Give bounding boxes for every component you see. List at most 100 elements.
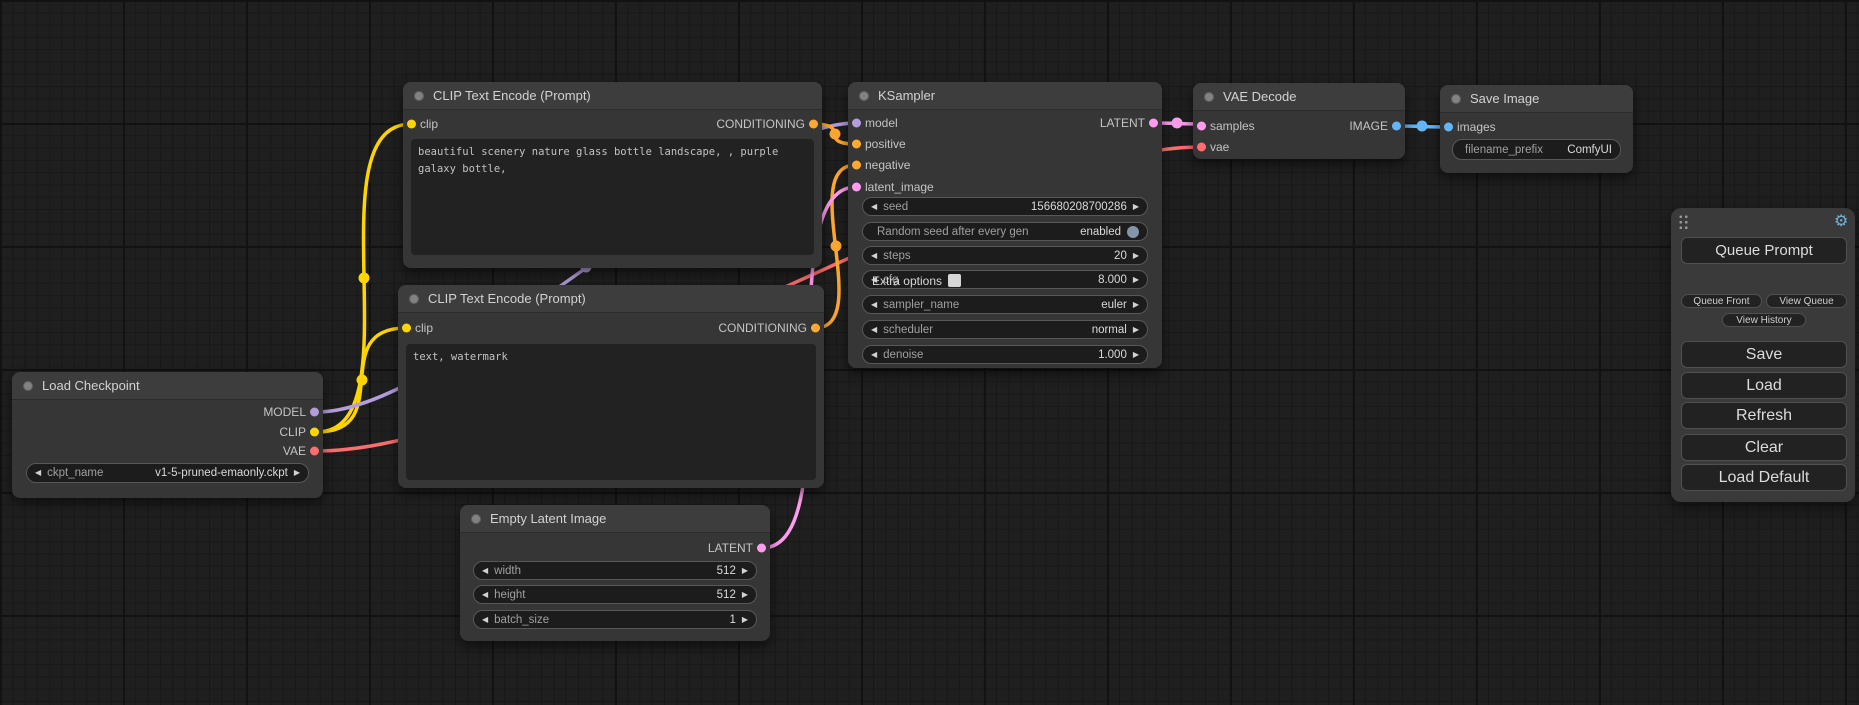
save-button[interactable]: Save bbox=[1681, 341, 1847, 368]
output-port-model[interactable]: MODEL bbox=[263, 403, 323, 421]
collapse-dot[interactable] bbox=[471, 514, 481, 524]
collapse-dot[interactable] bbox=[409, 294, 419, 304]
widget-filename-prefix[interactable]: filename_prefix ComfyUI bbox=[1452, 139, 1621, 160]
output-port-conditioning[interactable]: CONDITIONING bbox=[716, 115, 822, 133]
input-port-negative[interactable]: negative bbox=[848, 156, 910, 174]
collapse-dot[interactable] bbox=[1204, 92, 1214, 102]
widget-random-seed[interactable]: Random seed after every gen enabled bbox=[862, 222, 1148, 241]
input-port-clip[interactable]: clip bbox=[398, 319, 433, 337]
widget-height[interactable]: ◀ height 512 ▶ bbox=[473, 585, 757, 604]
queue-front-button[interactable]: Queue Front bbox=[1681, 294, 1762, 308]
latent-port-dot[interactable] bbox=[757, 544, 766, 553]
conditioning-port-dot[interactable] bbox=[811, 324, 820, 333]
increment-arrow-icon[interactable]: ▶ bbox=[742, 567, 748, 575]
widget-width[interactable]: ◀ width 512 ▶ bbox=[473, 561, 757, 580]
output-port-clip[interactable]: CLIP bbox=[279, 423, 323, 441]
image-port-dot[interactable] bbox=[1392, 122, 1401, 131]
increment-arrow-icon[interactable]: ▶ bbox=[1133, 301, 1139, 309]
node-title-bar[interactable]: Save Image bbox=[1440, 85, 1633, 113]
extra-options-checkbox[interactable] bbox=[948, 274, 961, 287]
widget-steps[interactable]: ◀ steps 20 ▶ bbox=[862, 246, 1148, 265]
decrement-arrow-icon[interactable]: ◀ bbox=[35, 469, 41, 477]
decrement-arrow-icon[interactable]: ◀ bbox=[871, 351, 877, 359]
clip-port-dot[interactable] bbox=[407, 120, 416, 129]
increment-arrow-icon[interactable]: ▶ bbox=[294, 469, 300, 477]
vae-port-dot[interactable] bbox=[310, 447, 319, 456]
gear-icon[interactable]: ⚙ bbox=[1834, 211, 1848, 231]
prompt-text-input[interactable]: beautiful scenery nature glass bottle la… bbox=[411, 139, 814, 255]
collapse-dot[interactable] bbox=[23, 381, 33, 391]
conditioning-port-dot[interactable] bbox=[852, 140, 861, 149]
increment-arrow-icon[interactable]: ▶ bbox=[1133, 252, 1139, 260]
node-title-bar[interactable]: CLIP Text Encode (Prompt) bbox=[403, 82, 822, 110]
node-title-bar[interactable]: CLIP Text Encode (Prompt) bbox=[398, 285, 824, 313]
model-port-dot[interactable] bbox=[310, 408, 319, 417]
output-port-latent[interactable]: LATENT bbox=[708, 539, 770, 557]
latent-port-dot[interactable] bbox=[1149, 119, 1158, 128]
clip-port-dot[interactable] bbox=[402, 324, 411, 333]
model-port-dot[interactable] bbox=[852, 119, 861, 128]
conditioning-port-dot[interactable] bbox=[809, 120, 818, 129]
widget-sampler-name[interactable]: ◀ sampler_name euler ▶ bbox=[862, 295, 1148, 314]
output-port-vae[interactable]: VAE bbox=[283, 442, 323, 460]
increment-arrow-icon[interactable]: ▶ bbox=[1133, 351, 1139, 359]
refresh-button[interactable]: Refresh bbox=[1681, 402, 1847, 429]
input-port-vae[interactable]: vae bbox=[1193, 138, 1229, 156]
decrement-arrow-icon[interactable]: ◀ bbox=[482, 591, 488, 599]
increment-arrow-icon[interactable]: ▶ bbox=[1133, 203, 1139, 211]
toggle-circle[interactable] bbox=[1127, 226, 1139, 238]
latent-port-dot[interactable] bbox=[852, 183, 861, 192]
node-save-image[interactable]: Save Image images filename_prefix ComfyU… bbox=[1440, 85, 1633, 173]
increment-arrow-icon[interactable]: ▶ bbox=[742, 616, 748, 624]
load-default-button[interactable]: Load Default bbox=[1681, 464, 1847, 491]
output-port-latent[interactable]: LATENT bbox=[1100, 114, 1162, 132]
increment-arrow-icon[interactable]: ▶ bbox=[1133, 326, 1139, 334]
output-port-image[interactable]: IMAGE bbox=[1349, 117, 1405, 135]
view-history-button[interactable]: View History bbox=[1722, 313, 1806, 327]
node-title-bar[interactable]: VAE Decode bbox=[1193, 83, 1405, 111]
node-clip-text-encode-negative[interactable]: CLIP Text Encode (Prompt) clip CONDITION… bbox=[398, 285, 824, 488]
panel-drag-handle-icon[interactable] bbox=[1678, 214, 1689, 229]
decrement-arrow-icon[interactable]: ◀ bbox=[482, 567, 488, 575]
collapse-dot[interactable] bbox=[414, 91, 424, 101]
widget-ckpt-name[interactable]: ◀ ckpt_name v1-5-pruned-emaonly.ckpt ▶ bbox=[26, 463, 309, 483]
input-port-samples[interactable]: samples bbox=[1193, 117, 1255, 135]
decrement-arrow-icon[interactable]: ◀ bbox=[871, 252, 877, 260]
view-queue-button[interactable]: View Queue bbox=[1766, 294, 1847, 308]
decrement-arrow-icon[interactable]: ◀ bbox=[871, 203, 877, 211]
widget-scheduler[interactable]: ◀ scheduler normal ▶ bbox=[862, 320, 1148, 339]
decrement-arrow-icon[interactable]: ◀ bbox=[482, 616, 488, 624]
decrement-arrow-icon[interactable]: ◀ bbox=[871, 301, 877, 309]
node-ksampler[interactable]: KSampler model positive negative latent_… bbox=[848, 82, 1162, 368]
node-title-bar[interactable]: Load Checkpoint bbox=[12, 372, 323, 400]
node-title-bar[interactable]: Empty Latent Image bbox=[460, 505, 770, 533]
input-port-clip[interactable]: clip bbox=[403, 115, 438, 133]
increment-arrow-icon[interactable]: ▶ bbox=[742, 591, 748, 599]
widget-batch-size[interactable]: ◀ batch_size 1 ▶ bbox=[473, 610, 757, 629]
prompt-text-input[interactable]: text, watermark bbox=[406, 344, 816, 480]
decrement-arrow-icon[interactable]: ◀ bbox=[871, 326, 877, 334]
clip-port-dot[interactable] bbox=[310, 428, 319, 437]
node-vae-decode[interactable]: VAE Decode samples vae IMAGE bbox=[1193, 83, 1405, 159]
queue-prompt-button[interactable]: Queue Prompt bbox=[1681, 237, 1847, 264]
input-port-images[interactable]: images bbox=[1440, 118, 1496, 136]
node-load-checkpoint[interactable]: Load Checkpoint MODEL CLIP VAE ◀ ckpt_na… bbox=[12, 372, 323, 498]
widget-seed[interactable]: ◀ seed 156680208700286 ▶ bbox=[862, 197, 1148, 216]
conditioning-port-dot[interactable] bbox=[852, 161, 861, 170]
input-port-latent-image[interactable]: latent_image bbox=[848, 178, 934, 196]
image-port-dot[interactable] bbox=[1444, 123, 1453, 132]
node-empty-latent-image[interactable]: Empty Latent Image LATENT ◀ width 512 ▶ … bbox=[460, 505, 770, 641]
input-port-positive[interactable]: positive bbox=[848, 135, 906, 153]
node-title-bar[interactable]: KSampler bbox=[848, 82, 1162, 110]
vae-port-dot[interactable] bbox=[1197, 143, 1206, 152]
clear-button[interactable]: Clear bbox=[1681, 434, 1847, 461]
collapse-dot[interactable] bbox=[1451, 94, 1461, 104]
load-button[interactable]: Load bbox=[1681, 372, 1847, 399]
output-port-conditioning[interactable]: CONDITIONING bbox=[718, 319, 824, 337]
collapse-dot[interactable] bbox=[859, 91, 869, 101]
node-graph-canvas[interactable]: Load Checkpoint MODEL CLIP VAE ◀ ckpt_na… bbox=[0, 0, 1859, 705]
latent-port-dot[interactable] bbox=[1197, 122, 1206, 131]
input-port-model[interactable]: model bbox=[848, 114, 898, 132]
widget-denoise[interactable]: ◀ denoise 1.000 ▶ bbox=[862, 345, 1148, 364]
node-clip-text-encode-positive[interactable]: CLIP Text Encode (Prompt) clip CONDITION… bbox=[403, 82, 822, 268]
